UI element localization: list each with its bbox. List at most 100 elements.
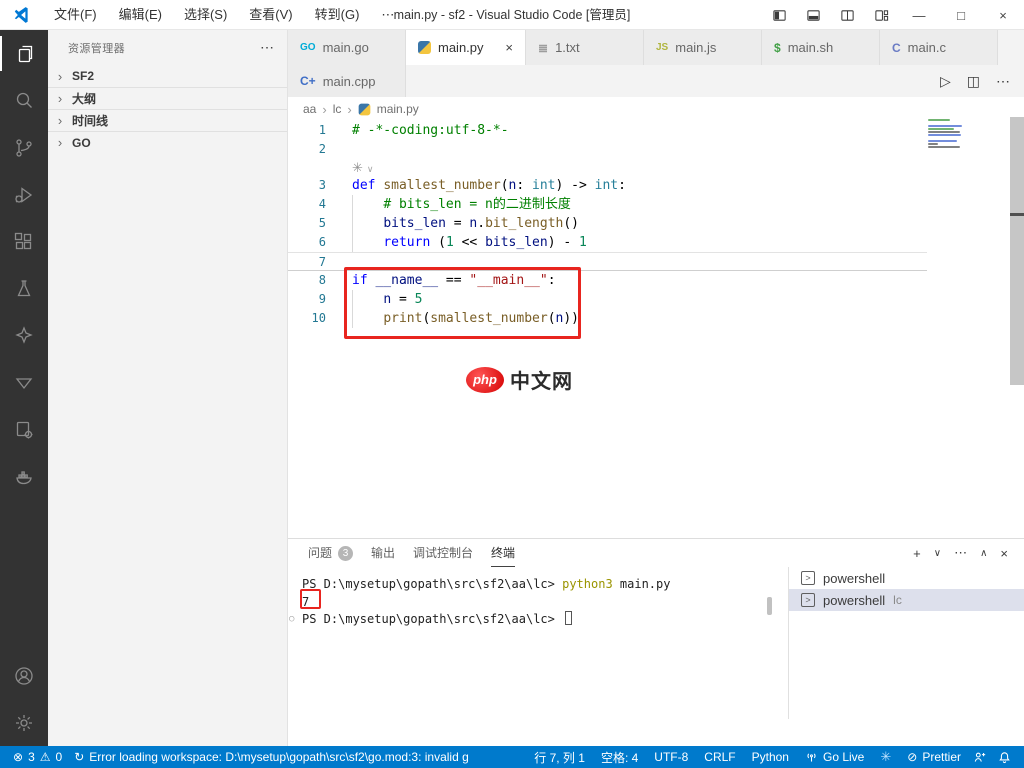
minimap-line bbox=[928, 146, 960, 148]
terminal-line-2: ○ PS D:\mysetup\gopath\src\sf2\aa\lc> bbox=[289, 610, 573, 628]
breadcrumb-item[interactable]: aa bbox=[303, 102, 316, 116]
terminal-list-item-0[interactable]: > powershell bbox=[789, 567, 1024, 589]
terminal-dropdown-icon[interactable]: ∨ bbox=[934, 548, 941, 559]
terminal-icon: > bbox=[801, 593, 815, 607]
watermark: php 中文网 bbox=[466, 365, 573, 394]
more-actions-icon[interactable]: ⋯ bbox=[996, 73, 1010, 90]
run-button[interactable]: ▷ bbox=[940, 73, 951, 90]
code-line-4[interactable]: 4 # bits_len = n的二进制长度 bbox=[288, 195, 927, 214]
sidebar-section-label: 时间线 bbox=[72, 114, 109, 128]
inline-ai-widget[interactable]: ✳ ∨ bbox=[352, 159, 374, 176]
terminal-scrollbar-thumb[interactable] bbox=[767, 597, 772, 615]
docker-icon[interactable] bbox=[0, 453, 48, 500]
code-line-1[interactable]: 1 # -*-coding:utf-8-*- bbox=[288, 121, 927, 140]
tab-1-txt[interactable]: ≣ 1.txt bbox=[526, 30, 644, 65]
tab-main-cpp[interactable]: C+ main.cpp bbox=[288, 65, 406, 97]
panel-tab-2[interactable]: 调试控制台 bbox=[413, 539, 473, 567]
tab-main-go[interactable]: GO main.go bbox=[288, 30, 406, 65]
ai-pinwheel-icon: ✳ bbox=[880, 749, 892, 764]
extensions-icon[interactable] bbox=[0, 218, 48, 265]
sidebar-section-2[interactable]: › 时间线 bbox=[48, 109, 287, 131]
toggle-panel-icon[interactable] bbox=[796, 0, 830, 30]
panel-tab-0[interactable]: 问题 3 bbox=[308, 539, 354, 567]
editor-scrollbar[interactable] bbox=[1010, 117, 1024, 385]
cursor-position[interactable]: 行 7, 列 1 bbox=[531, 749, 588, 766]
code-line-7[interactable]: 7 bbox=[288, 252, 927, 271]
code-text: # bits_len = n的二进制长度 bbox=[383, 197, 571, 212]
status-item-label: Prettier bbox=[922, 750, 961, 764]
tab-main-py[interactable]: main.py × bbox=[406, 30, 526, 65]
menu-item-4[interactable]: 转到(G) bbox=[304, 0, 371, 30]
explorer-icon[interactable] bbox=[0, 30, 48, 77]
breadcrumb-item[interactable]: lc bbox=[333, 102, 342, 116]
panel-more-icon[interactable]: ⋯ bbox=[954, 545, 967, 561]
split-editor-icon[interactable] bbox=[830, 0, 864, 30]
close-panel-icon[interactable]: × bbox=[1000, 546, 1008, 561]
minimize-button[interactable]: — bbox=[898, 0, 940, 30]
language-mode[interactable]: Python bbox=[749, 750, 792, 764]
menu-item-1[interactable]: 编辑(E) bbox=[108, 0, 173, 30]
close-button[interactable]: × bbox=[982, 0, 1024, 30]
panel-tab-1[interactable]: 输出 bbox=[371, 539, 395, 567]
python-file-icon bbox=[358, 103, 371, 115]
new-terminal-icon[interactable]: + bbox=[913, 546, 921, 561]
ai-assistant-icon[interactable] bbox=[0, 312, 48, 359]
terminal-list-item-1[interactable]: > powershell lc bbox=[789, 589, 1024, 611]
code-line-2[interactable]: 2 bbox=[288, 140, 927, 159]
code-line-10[interactable]: 10 print(smallest_number(n)) bbox=[288, 309, 927, 328]
triangle-extension-icon[interactable] bbox=[0, 359, 48, 406]
sidebar-section-1[interactable]: › 大纲 bbox=[48, 87, 287, 109]
code-line-3[interactable]: 3 def smallest_number(n: int) -> int: bbox=[288, 176, 927, 195]
sidebar-section-3[interactable]: › GO bbox=[48, 131, 287, 153]
code-line-9[interactable]: 9 n = 5 bbox=[288, 290, 927, 309]
maximize-button[interactable]: □ bbox=[940, 0, 982, 30]
line-number: 9 bbox=[318, 292, 326, 306]
explorer-sidebar: 资源管理器 ⋯ › SF2 › 大纲 › 时间线 › GO bbox=[48, 30, 288, 746]
problems-status[interactable]: ⊗ 3 ⚠ 0 bbox=[10, 750, 65, 764]
notifications-bell-icon[interactable] bbox=[995, 751, 1014, 764]
toggle-sidebar-icon[interactable] bbox=[762, 0, 796, 30]
maximize-panel-icon[interactable]: ∧ bbox=[980, 548, 987, 559]
menu-item-0[interactable]: 文件(F) bbox=[43, 0, 108, 30]
tab-main-c[interactable]: Cmain.c bbox=[880, 30, 998, 65]
code-text: def smallest_number(n: int) -> int: bbox=[352, 178, 626, 193]
tab-main-js[interactable]: JS main.js bbox=[644, 30, 762, 65]
sidebar-section-0[interactable]: › SF2 bbox=[48, 65, 287, 87]
code-runner-icon[interactable] bbox=[0, 406, 48, 453]
panel-tab-3[interactable]: 终端 bbox=[491, 539, 516, 567]
encoding[interactable]: UTF-8 bbox=[651, 750, 691, 764]
testing-icon[interactable] bbox=[0, 265, 48, 312]
minimap-line bbox=[928, 140, 957, 142]
menu-item-2[interactable]: 选择(S) bbox=[173, 0, 238, 30]
code-editor[interactable]: aa › lc › main.py 1 # -*-coding:utf-8-*- 2 ✳ ∨ 3 d… bbox=[288, 97, 1024, 538]
source-control-icon[interactable] bbox=[0, 124, 48, 171]
line-number: 5 bbox=[318, 216, 326, 230]
search-icon[interactable] bbox=[0, 77, 48, 124]
minimap-line bbox=[928, 125, 962, 127]
code-line-6[interactable]: 6 return (1 << bits_len) - 1 bbox=[288, 233, 927, 252]
minimap[interactable] bbox=[926, 119, 968, 157]
indentation[interactable]: 空格: 4 bbox=[598, 749, 641, 766]
tab-close-icon[interactable]: × bbox=[503, 40, 515, 55]
tab-main-sh[interactable]: $ main.sh bbox=[762, 30, 880, 65]
account-icon[interactable] bbox=[0, 652, 48, 699]
editor-tab-bar-row1: GO main.go main.py × ≣ 1.txt JS main.js $ main.sh… bbox=[288, 30, 1024, 65]
sidebar-sections: › SF2 › 大纲 › 时间线 › GO bbox=[48, 65, 287, 153]
go-live[interactable]: Go Live bbox=[802, 750, 867, 764]
sidebar-more-icon[interactable]: ⋯ bbox=[260, 39, 275, 56]
python-file-icon bbox=[418, 41, 431, 54]
eol[interactable]: CRLF bbox=[701, 750, 738, 764]
prettier[interactable]: ⊘ Prettier bbox=[904, 750, 964, 764]
code-line-8[interactable]: 8 if __name__ == "__main__": bbox=[288, 271, 927, 290]
customize-layout-icon[interactable] bbox=[864, 0, 898, 30]
run-debug-icon[interactable] bbox=[0, 171, 48, 218]
workspace-error-status[interactable]: ↻ Error loading workspace: D:\mysetup\go… bbox=[71, 750, 472, 764]
menu-item-3[interactable]: 查看(V) bbox=[238, 0, 303, 30]
feedback-icon[interactable] bbox=[970, 751, 989, 764]
code-line-5[interactable]: 5 bits_len = n.bit_length() bbox=[288, 214, 927, 233]
terminal-cursor bbox=[565, 611, 573, 625]
breadcrumb-item[interactable]: main.py bbox=[377, 102, 419, 116]
settings-gear-icon[interactable] bbox=[0, 699, 48, 746]
split-editor-button[interactable]: ◫ bbox=[967, 73, 980, 90]
ai-extension[interactable]: ✳ bbox=[877, 749, 894, 765]
